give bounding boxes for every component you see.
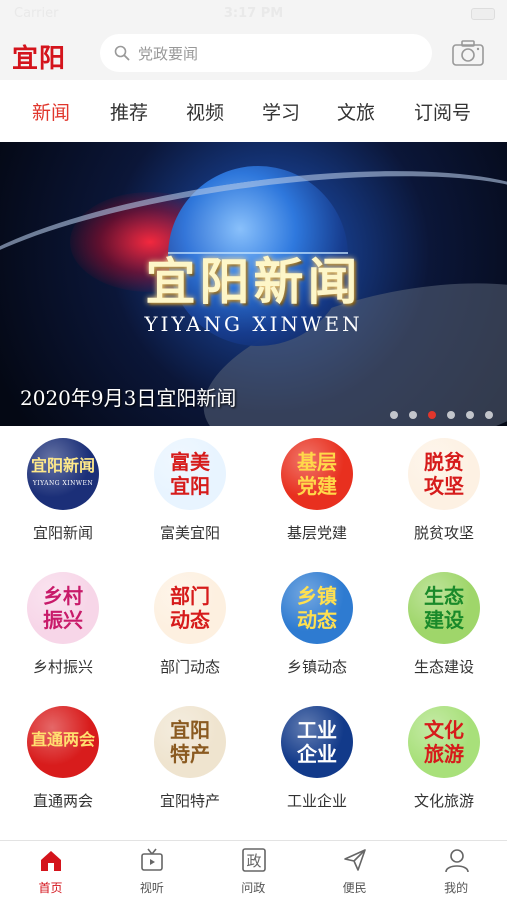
channel-item[interactable]: 富美 宜阳 富美宜阳 <box>127 426 253 560</box>
nav-label: 首页 <box>38 881 63 895</box>
channel-icon-text: 工业 企业 <box>297 718 337 766</box>
banner-subtitle: YIYANG XINWEN <box>144 312 363 336</box>
channel-label: 乡镇动态 <box>286 658 347 676</box>
channel-label: 工业企业 <box>286 792 347 810</box>
channel-item[interactable]: 部门 动态 部门动态 <box>127 560 253 694</box>
search-icon <box>114 45 130 61</box>
zheng-icon: 政 <box>241 848 266 872</box>
channel-icon: 富美 宜阳 <box>154 438 226 510</box>
carousel-dot[interactable] <box>447 411 455 419</box>
channel-item[interactable]: 乡村 振兴 乡村振兴 <box>0 560 126 694</box>
nav-label: 便民 <box>342 881 367 895</box>
banner-title: 宜阳新闻 <box>145 252 362 311</box>
status-bar: Carrier 3:17 PM <box>0 0 507 28</box>
tab-0[interactable]: 新闻 <box>32 98 70 125</box>
channel-icon: 基层 党建 <box>281 438 353 510</box>
channel-icon-text: 基层 党建 <box>297 450 337 498</box>
battery-icon <box>471 8 495 20</box>
nav-item[interactable]: 我的 <box>406 841 507 900</box>
channel-icon-text: 部门 动态 <box>170 584 210 632</box>
tv-icon <box>141 848 164 871</box>
channel-icon-text: 直通两会 <box>30 730 95 749</box>
channel-label: 宜阳新闻 <box>32 524 93 542</box>
carousel-dot[interactable] <box>466 411 474 419</box>
search-input[interactable]: 党政要闻 <box>100 34 432 72</box>
channel-item[interactable]: 宜阳新闻 YIYANG XINWEN 宜阳新闻 <box>0 426 126 560</box>
channel-icon: 宜阳 特产 <box>154 706 226 778</box>
carousel-indicator[interactable] <box>379 404 493 419</box>
channel-icon: 部门 动态 <box>154 572 226 644</box>
channel-label: 乡村振兴 <box>32 658 93 676</box>
channel-label: 宜阳特产 <box>159 792 220 810</box>
send-icon <box>344 849 366 871</box>
carousel-dot[interactable] <box>485 411 493 419</box>
carousel-dot[interactable] <box>390 411 398 419</box>
tab-4[interactable]: 文旅 <box>337 98 375 125</box>
channel-label: 基层党建 <box>286 524 347 542</box>
channel-icon-text: 乡村 振兴 <box>43 584 83 632</box>
channel-icon: 乡镇 动态 <box>281 572 353 644</box>
carousel-dot[interactable] <box>428 411 436 419</box>
user-icon <box>444 849 469 873</box>
channel-icon: 工业 企业 <box>281 706 353 778</box>
channel-icon-text: 文化 旅游 <box>424 718 464 766</box>
tab-1[interactable]: 推荐 <box>110 98 148 125</box>
channel-label: 直通两会 <box>32 792 93 810</box>
banner-caption: 2020年9月3日宜阳新闻 <box>20 386 237 410</box>
channel-label: 文化旅游 <box>413 792 474 810</box>
channel-label: 部门动态 <box>159 658 220 676</box>
channel-item[interactable]: 文化 旅游 文化旅游 <box>381 694 507 828</box>
news-banner[interactable]: 宜阳新闻 YIYANG XINWEN 2020年9月3日宜阳新闻 <box>0 142 507 426</box>
channel-item[interactable]: 脱贫 攻坚 脱贫攻坚 <box>381 426 507 560</box>
channel-item[interactable]: 生态 建设 生态建设 <box>381 560 507 694</box>
tab-5[interactable]: 订阅号 <box>414 98 471 125</box>
channel-icon-subtext: YIYANG XINWEN <box>32 480 94 487</box>
category-tabs: 新闻 推荐 视频 学习 文旅 订阅号 <box>0 80 507 142</box>
nav-label: 视听 <box>139 881 164 895</box>
channel-icon: 乡村 振兴 <box>27 572 99 644</box>
channel-label: 脱贫攻坚 <box>413 524 474 542</box>
carousel-dot[interactable] <box>409 411 417 419</box>
tab-3[interactable]: 学习 <box>262 98 300 125</box>
channel-icon-text: 乡镇 动态 <box>297 584 337 632</box>
home-icon <box>41 851 61 871</box>
channel-icon: 宜阳新闻 YIYANG XINWEN <box>27 438 99 510</box>
nav-label: 我的 <box>444 881 469 895</box>
channel-item[interactable]: 宜阳 特产 宜阳特产 <box>127 694 253 828</box>
channel-icon-text: 宜阳 特产 <box>170 718 210 766</box>
search-placeholder: 党政要闻 <box>138 45 199 63</box>
nav-item[interactable]: 便民 <box>304 841 405 900</box>
bottom-navigation: 首页 视听政问政 便民 我的 <box>0 840 507 900</box>
app-header: 宜阳 党政要闻 <box>0 28 507 80</box>
channel-label: 富美宜阳 <box>159 524 220 542</box>
channel-item[interactable]: 工业 企业 工业企业 <box>254 694 380 828</box>
status-time: 3:17 PM <box>223 6 284 21</box>
camera-icon[interactable] <box>451 39 485 67</box>
channel-item[interactable]: 乡镇 动态 乡镇动态 <box>254 560 380 694</box>
tab-2[interactable]: 视频 <box>186 98 224 125</box>
nav-item[interactable]: 首页 <box>0 841 101 900</box>
channel-icon-text: 生态 建设 <box>424 584 464 632</box>
channel-icon-text: 脱贫 攻坚 <box>424 450 464 498</box>
channel-icon: 脱贫 攻坚 <box>408 438 480 510</box>
zheng-glyph: 政 <box>246 852 261 870</box>
nav-item[interactable]: 视听 <box>101 841 202 900</box>
channel-label: 生态建设 <box>413 658 474 676</box>
channel-icon: 直通两会 <box>27 706 99 778</box>
channel-item[interactable]: 基层 党建 基层党建 <box>254 426 380 560</box>
channel-grid: 宜阳新闻 YIYANG XINWEN 宜阳新闻 富美 宜阳 富美宜阳 基层 党建 基层党建 脱贫攻… <box>0 426 507 840</box>
channel-icon-text: 宜阳新闻 <box>30 456 95 475</box>
channel-icon: 生态 建设 <box>408 572 480 644</box>
channel-item[interactable]: 直通两会 直通两会 <box>0 694 126 828</box>
channel-icon-text: 富美 宜阳 <box>170 450 210 498</box>
channel-icon: 文化 旅游 <box>408 706 480 778</box>
app-logo: 宜阳 <box>12 44 67 74</box>
nav-item[interactable]: 政问政 <box>203 841 304 900</box>
nav-label: 问政 <box>241 881 266 895</box>
